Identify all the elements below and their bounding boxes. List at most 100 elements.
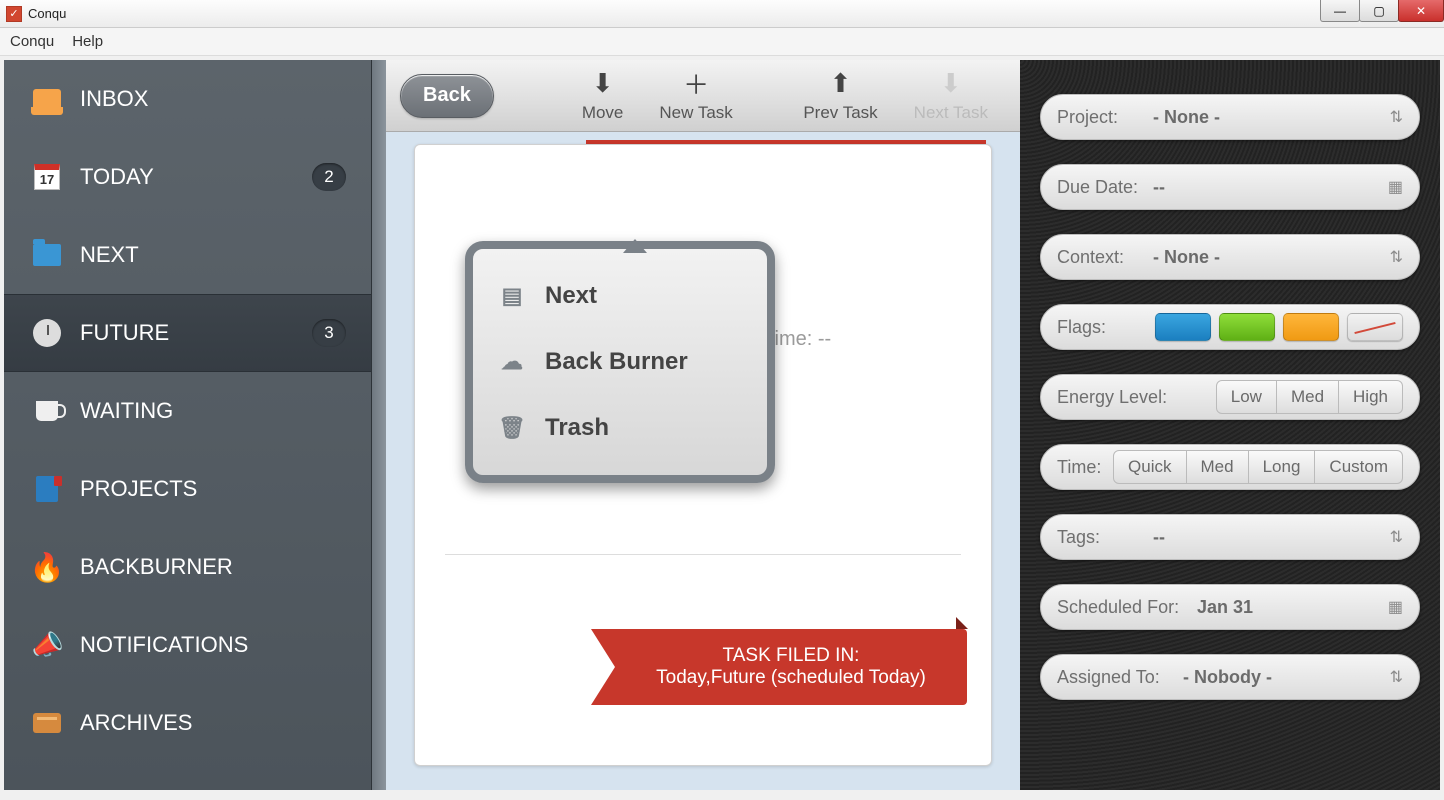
prop-label: Context:	[1057, 247, 1153, 268]
time-quick[interactable]: Quick	[1113, 450, 1186, 484]
prop-scheduled[interactable]: Scheduled For: Jan 31 ▦	[1040, 584, 1420, 630]
sidebar-item-backburner[interactable]: 🔥 BACKBURNER	[4, 528, 386, 606]
calendar-icon: ▦	[1388, 597, 1403, 617]
new-task-button[interactable]: ＋ New Task	[659, 69, 732, 123]
window-maximize-button[interactable]: ▢	[1359, 0, 1399, 22]
sidebar-badge: 2	[312, 163, 346, 191]
toolbar-label: Prev Task	[803, 103, 877, 123]
prop-label: Energy Level:	[1057, 387, 1187, 408]
task-card: 31 Time: -- Jander TASK FILED IN: Today,…	[414, 144, 992, 766]
prop-value: - Nobody -	[1183, 667, 1272, 688]
plus-icon: ＋	[681, 69, 711, 99]
banner-line1: TASK FILED IN:	[723, 645, 860, 667]
workspace: INBOX 17 TODAY 2 NEXT FUTURE 3 WAITING P…	[0, 56, 1444, 800]
move-popover: ▤ Next ☁ Back Burner 🗑︎ Trash	[465, 241, 775, 483]
flag-blue[interactable]	[1155, 313, 1211, 341]
time-custom[interactable]: Custom	[1314, 450, 1403, 484]
flag-green[interactable]	[1219, 313, 1275, 341]
sidebar-item-label: NOTIFICATIONS	[80, 632, 248, 658]
folder-icon	[32, 240, 62, 270]
flag-none[interactable]	[1347, 313, 1403, 341]
energy-high[interactable]: High	[1338, 380, 1403, 414]
move-option-label: Next	[545, 282, 597, 310]
prop-context[interactable]: Context: - None - ⇅	[1040, 234, 1420, 280]
back-button[interactable]: Back	[400, 74, 494, 118]
sidebar: INBOX 17 TODAY 2 NEXT FUTURE 3 WAITING P…	[4, 60, 386, 790]
move-option-backburner[interactable]: ☁ Back Burner	[477, 329, 763, 395]
banner-line2: Today,Future (scheduled Today)	[656, 667, 926, 689]
cup-icon	[32, 396, 62, 426]
menu-help[interactable]: Help	[72, 33, 103, 50]
sidebar-item-waiting[interactable]: WAITING	[4, 372, 386, 450]
sidebar-item-next[interactable]: NEXT	[4, 216, 386, 294]
sidebar-item-label: ARCHIVES	[80, 710, 192, 736]
flag-orange[interactable]	[1283, 313, 1339, 341]
sidebar-item-today[interactable]: 17 TODAY 2	[4, 138, 386, 216]
arrow-down-icon: ⬇︎	[936, 69, 966, 99]
chevron-updown-icon: ⇅	[1390, 247, 1403, 267]
sidebar-item-label: NEXT	[80, 242, 139, 268]
energy-low[interactable]: Low	[1216, 380, 1277, 414]
app-icon	[6, 6, 22, 22]
prop-label: Due Date:	[1057, 177, 1153, 198]
toolbar-label: New Task	[659, 103, 732, 123]
prop-value: Jan 31	[1197, 597, 1253, 618]
task-filed-banner: TASK FILED IN: Today,Future (scheduled T…	[615, 629, 967, 705]
prop-flags: Flags:	[1040, 304, 1420, 350]
sidebar-item-notifications[interactable]: 📣 NOTIFICATIONS	[4, 606, 386, 684]
prop-label: Project:	[1057, 107, 1153, 128]
window-title: Conqu	[28, 6, 66, 21]
sidebar-item-label: PROJECTS	[80, 476, 197, 502]
calendar-icon: 17	[32, 162, 62, 192]
properties-panel: Project: - None - ⇅ Due Date: -- ▦ Conte…	[1020, 60, 1440, 790]
menu-conqu[interactable]: Conqu	[10, 33, 54, 50]
toolbar-label: Next Task	[914, 103, 988, 123]
prop-value: - None -	[1153, 247, 1220, 268]
energy-med[interactable]: Med	[1276, 380, 1339, 414]
move-option-label: Back Burner	[545, 348, 688, 376]
menubar: Conqu Help	[0, 28, 1444, 56]
prop-project[interactable]: Project: - None - ⇅	[1040, 94, 1420, 140]
archive-icon	[32, 708, 62, 738]
chevron-updown-icon: ⇅	[1390, 667, 1403, 687]
window-close-button[interactable]: ✕	[1398, 0, 1444, 22]
flame-icon: 🔥	[32, 552, 62, 582]
move-option-label: Trash	[545, 414, 609, 442]
clock-icon	[32, 318, 62, 348]
task-time-value: --	[818, 328, 831, 350]
window-minimize-button[interactable]: —	[1320, 0, 1360, 22]
prop-time: Time: Quick Med Long Custom	[1040, 444, 1420, 490]
move-button[interactable]: ⬇︎ Move	[582, 69, 624, 123]
prop-value: --	[1153, 527, 1165, 548]
cloud-icon: ☁	[497, 349, 527, 375]
prop-value: --	[1153, 177, 1165, 198]
move-option-next[interactable]: ▤ Next	[477, 263, 763, 329]
prop-label: Tags:	[1057, 527, 1153, 548]
move-option-trash[interactable]: 🗑︎ Trash	[477, 395, 763, 461]
sidebar-item-future[interactable]: FUTURE 3	[4, 294, 386, 372]
chevron-updown-icon: ⇅	[1390, 527, 1403, 547]
sidebar-item-inbox[interactable]: INBOX	[4, 60, 386, 138]
prop-energy: Energy Level: Low Med High	[1040, 374, 1420, 420]
prop-value: - None -	[1153, 107, 1220, 128]
time-med[interactable]: Med	[1186, 450, 1249, 484]
prop-assigned[interactable]: Assigned To: - Nobody - ⇅	[1040, 654, 1420, 700]
move-icon: ⬇︎	[588, 69, 618, 99]
prop-tags[interactable]: Tags: -- ⇅	[1040, 514, 1420, 560]
prev-task-button[interactable]: ⬆︎ Prev Task	[803, 69, 877, 123]
window-titlebar: Conqu — ▢ ✕	[0, 0, 1444, 28]
center-panel: Back ⬇︎ Move ＋ New Task ⬆︎ Prev Task ⬇︎ …	[386, 60, 1020, 790]
toolbar-label: Move	[582, 103, 624, 123]
time-long[interactable]: Long	[1248, 450, 1316, 484]
sidebar-item-label: TODAY	[80, 164, 154, 190]
calendar-icon: ▦	[1388, 177, 1403, 197]
prop-due-date[interactable]: Due Date: -- ▦	[1040, 164, 1420, 210]
prop-label: Scheduled For:	[1057, 597, 1197, 618]
next-task-button: ⬇︎ Next Task	[914, 69, 988, 123]
megaphone-icon: 📣	[30, 628, 65, 663]
trash-icon: 🗑︎	[497, 415, 527, 441]
sidebar-item-label: FUTURE	[80, 320, 169, 346]
chevron-updown-icon: ⇅	[1390, 107, 1403, 127]
sidebar-item-projects[interactable]: PROJECTS	[4, 450, 386, 528]
sidebar-item-archives[interactable]: ARCHIVES	[4, 684, 386, 762]
